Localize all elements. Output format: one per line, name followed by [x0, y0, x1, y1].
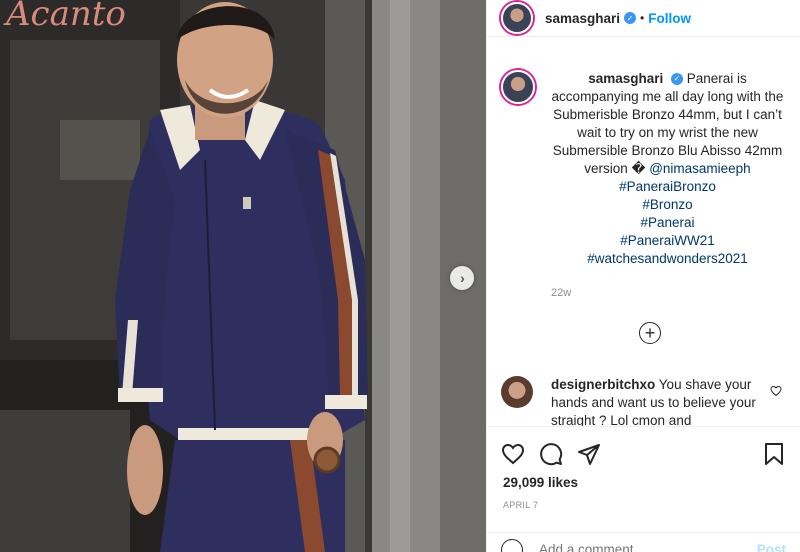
verified-badge-icon: ✓ [624, 12, 637, 24]
bookmark-icon[interactable] [762, 442, 786, 466]
hashtag[interactable]: #PaneraiWW21 [549, 232, 786, 250]
like-count[interactable]: 29,099 likes [487, 471, 800, 490]
share-paper-plane-icon[interactable] [577, 442, 601, 466]
photo-illustration [0, 0, 486, 552]
action-icons [487, 427, 800, 471]
post-side-panel: samasghari ✓ • Follow samasghari ✓ Paner… [486, 0, 800, 552]
verified-badge-icon: ✓ [671, 73, 683, 86]
follow-button[interactable]: Follow [648, 11, 691, 26]
plus-circle-icon[interactable]: + [639, 322, 661, 344]
caption-mention[interactable]: @nimasamieeph [649, 161, 751, 176]
comment-bubble-icon[interactable] [539, 442, 563, 466]
separator-dot: • [640, 11, 645, 25]
post-header: samasghari ✓ • Follow [487, 0, 800, 37]
heart-icon[interactable] [770, 385, 782, 397]
caption: samasghari ✓ Panerai is accompanying me … [487, 70, 800, 268]
hashtag[interactable]: #Bronzo [549, 196, 786, 214]
storefront-sign: Acanto [6, 0, 126, 34]
caption-timestamp: 22w [551, 287, 572, 299]
commenter-avatar[interactable] [501, 376, 533, 408]
commenter-username[interactable]: designerbitchxo [551, 377, 655, 392]
caption-text: samasghari ✓ Panerai is accompanying me … [549, 70, 786, 268]
actions-bar: 29,099 likes APRIL 7 Post [487, 426, 800, 552]
comment-composer: Post [487, 532, 800, 552]
hashtag[interactable]: #watchesandwonders2021 [549, 250, 786, 268]
emoji-icon[interactable] [501, 539, 523, 552]
post-comment-button[interactable]: Post [757, 542, 786, 552]
post-photo[interactable]: Acanto › [0, 0, 486, 552]
post-date: APRIL 7 [503, 500, 539, 510]
comment-text: designerbitchxo You shave your hands and… [551, 376, 766, 426]
next-photo-button[interactable]: › [450, 266, 474, 290]
caption-avatar[interactable] [501, 70, 535, 104]
chevron-right-icon: › [460, 270, 465, 286]
caption-username[interactable]: samasghari [588, 71, 663, 86]
like-heart-icon[interactable] [501, 442, 525, 466]
comment-item: designerbitchxo You shave your hands and… [501, 376, 786, 426]
author-username[interactable]: samasghari [545, 11, 620, 26]
hashtag[interactable]: #Panerai [549, 214, 786, 232]
comment-input[interactable] [539, 542, 757, 552]
author-avatar[interactable] [501, 2, 533, 34]
hashtag[interactable]: #PaneraiBronzo [549, 178, 786, 196]
